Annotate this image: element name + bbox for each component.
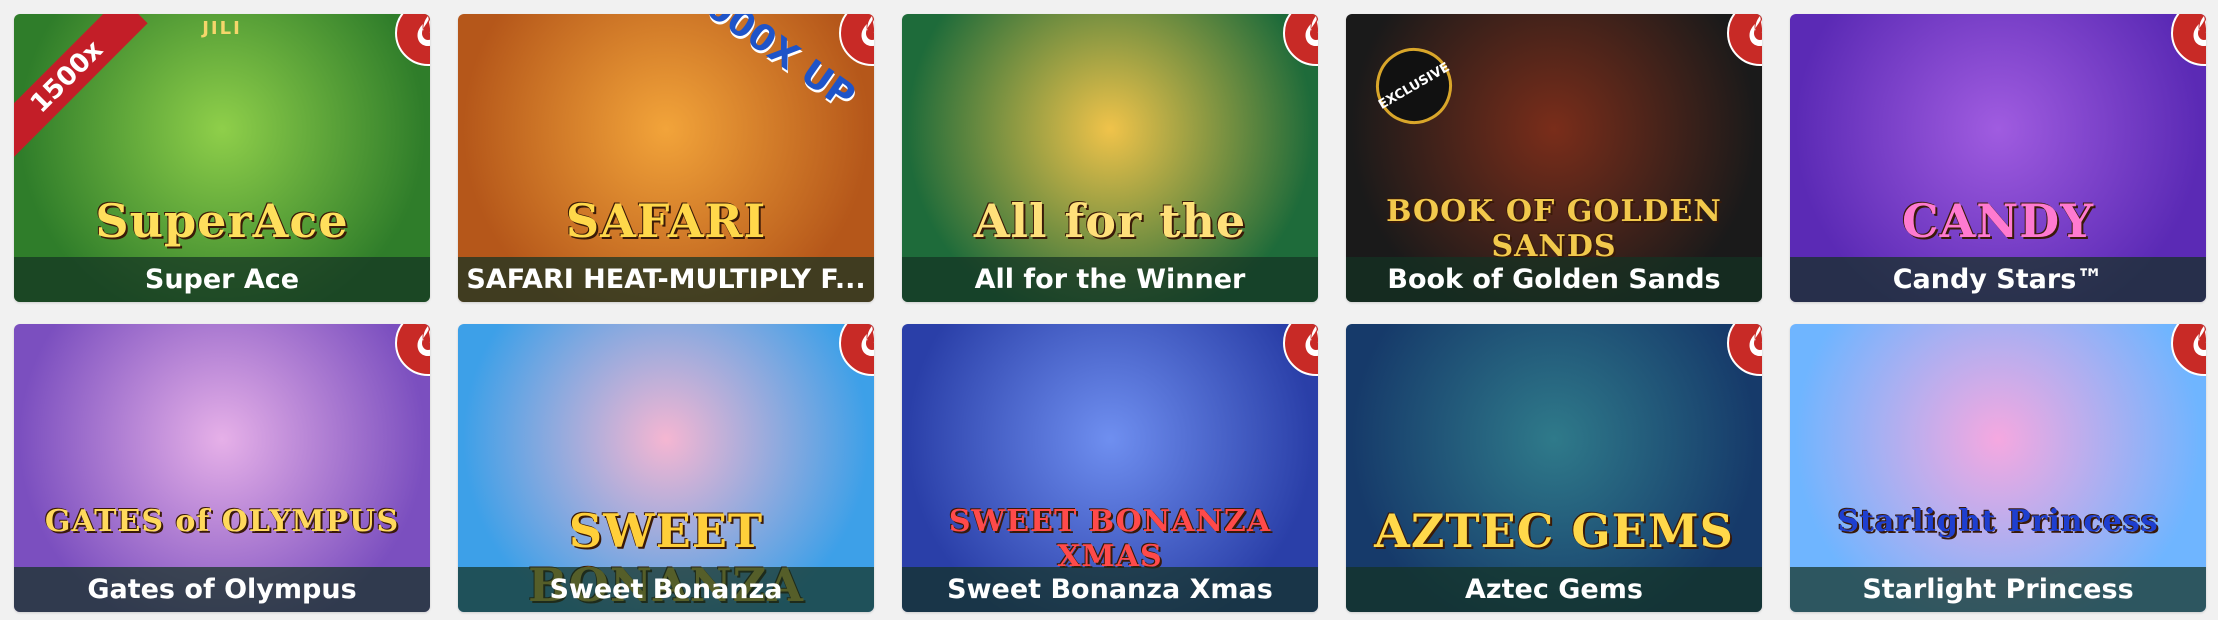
multiplier-label: 5000X UP bbox=[677, 14, 863, 118]
game-card[interactable]: SWEET BONANZA XMAS Sweet Bonanza Xmas bbox=[902, 324, 1318, 612]
artwork-title: BOOK OF GOLDEN SANDS bbox=[1386, 194, 1722, 264]
game-title: Sweet Bonanza bbox=[458, 567, 874, 612]
game-grid: SuperAce JILI 1500x Super Ace SAFARI 5000X UP… bbox=[14, 14, 2206, 612]
flame-icon bbox=[410, 14, 430, 53]
flame-shape bbox=[2193, 326, 2206, 356]
flame-shape bbox=[1749, 326, 1762, 356]
flame-icon bbox=[1298, 14, 1318, 53]
flame-icon bbox=[854, 324, 874, 363]
artwork-title: GATES of OLYMPUS bbox=[44, 504, 400, 539]
artwork-title: All for the bbox=[973, 194, 1247, 248]
game-card[interactable]: SAFARI 5000X UP SAFARI HEAT-MULTIPLY F... bbox=[458, 14, 874, 302]
game-card[interactable]: All for the All for the Winner bbox=[902, 14, 1318, 302]
game-card[interactable]: GATES of OLYMPUS Gates of Olympus bbox=[14, 324, 430, 612]
flame-shape bbox=[1305, 326, 1318, 356]
game-card[interactable]: AZTEC GEMS Aztec Gems bbox=[1346, 324, 1762, 612]
flame-icon bbox=[1742, 14, 1762, 53]
flame-shape bbox=[2193, 16, 2206, 46]
flame-icon bbox=[1742, 324, 1762, 363]
flame-icon bbox=[2186, 14, 2206, 53]
flame-shape bbox=[861, 16, 874, 46]
flame-icon bbox=[854, 14, 874, 53]
game-title: All for the Winner bbox=[902, 257, 1318, 302]
game-title: Gates of Olympus bbox=[14, 567, 430, 612]
game-card[interactable]: SWEET BONANZASweet Bonanza bbox=[458, 324, 874, 612]
exclusive-badge: EXCLUSIVE bbox=[1362, 34, 1466, 138]
game-title: Sweet Bonanza Xmas bbox=[902, 567, 1318, 612]
flame-shape bbox=[1749, 16, 1762, 46]
flame-icon bbox=[1298, 324, 1318, 363]
game-title: Starlight Princess bbox=[1790, 567, 2206, 612]
game-title: Aztec Gems bbox=[1346, 567, 1762, 612]
flame-shape bbox=[861, 326, 874, 356]
artwork-title: SuperAce bbox=[95, 194, 349, 248]
flame-shape bbox=[1305, 16, 1318, 46]
artwork-title: Starlight Princess bbox=[1837, 504, 2159, 539]
game-card[interactable]: CANDY Candy Stars™ bbox=[1790, 14, 2206, 302]
game-card[interactable]: Starlight Princess Starlight Princess bbox=[1790, 324, 2206, 612]
game-title: Candy Stars™ bbox=[1790, 257, 2206, 302]
artwork-title: CANDY bbox=[1901, 194, 2095, 248]
flame-shape bbox=[417, 16, 430, 46]
flame-shape bbox=[417, 326, 430, 356]
game-card[interactable]: SuperAce JILI 1500x Super Ace bbox=[14, 14, 430, 302]
artwork-title: SAFARI bbox=[565, 194, 767, 248]
brand-logo: JILI bbox=[202, 18, 242, 39]
game-title: Super Ace bbox=[14, 257, 430, 302]
game-title: SAFARI HEAT-MULTIPLY F... bbox=[458, 257, 874, 302]
game-card[interactable]: BOOK OF GOLDEN SANDS EXCLUSIVE Book of Gol… bbox=[1346, 14, 1762, 302]
artwork-title: SWEET BONANZA XMAS bbox=[948, 504, 1272, 574]
artwork-title: AZTEC GEMS bbox=[1374, 504, 1734, 558]
flame-icon bbox=[410, 324, 430, 363]
game-title: Book of Golden Sands bbox=[1346, 257, 1762, 302]
flame-icon bbox=[2186, 324, 2206, 363]
